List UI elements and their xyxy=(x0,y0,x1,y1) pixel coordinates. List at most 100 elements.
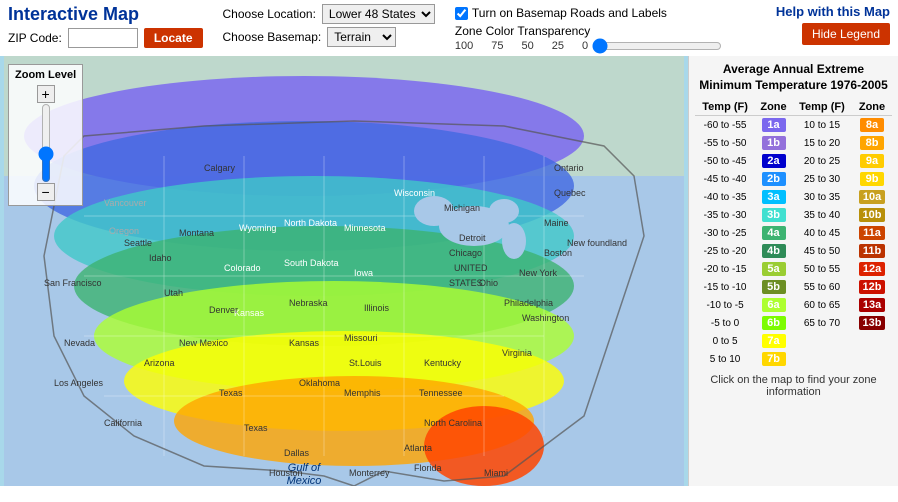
legend-zone1: 4a xyxy=(755,224,792,242)
legend-zone1: 5a xyxy=(755,260,792,278)
legend-row: -5 to 0 6b 65 to 70 13b xyxy=(695,314,892,332)
svg-text:Tennessee: Tennessee xyxy=(419,388,463,398)
svg-text:Oregon: Oregon xyxy=(109,226,139,236)
svg-text:North Dakota: North Dakota xyxy=(284,218,337,228)
svg-text:Montana: Montana xyxy=(179,228,214,238)
legend-temp2: 15 to 20 xyxy=(792,134,852,152)
zip-label: ZIP Code: xyxy=(8,31,62,45)
svg-text:Idaho: Idaho xyxy=(149,253,172,263)
location-select[interactable]: Lower 48 States Alaska Hawaii Puerto Ric… xyxy=(322,4,435,24)
legend-footer: Click on the map to find your zone infor… xyxy=(695,374,892,398)
legend-zone1: 1a xyxy=(755,116,792,135)
svg-text:Nevada: Nevada xyxy=(64,338,95,348)
legend-temp1: -45 to -40 xyxy=(695,170,755,188)
legend-row: -55 to -50 1b 15 to 20 8b xyxy=(695,134,892,152)
svg-text:St.Louis: St.Louis xyxy=(349,358,382,368)
legend-zone2: 10a xyxy=(852,188,892,206)
svg-text:Florida: Florida xyxy=(414,463,442,473)
basemap-select[interactable]: Terrain Satellite Street Topo xyxy=(327,27,396,47)
legend-zone1: 7b xyxy=(755,350,792,368)
hide-legend-button[interactable]: Hide Legend xyxy=(802,23,890,45)
svg-text:Denver: Denver xyxy=(209,305,238,315)
legend-row: -30 to -25 4a 40 to 45 11a xyxy=(695,224,892,242)
basemap-label: Choose Basemap: xyxy=(223,30,322,44)
legend-temp1: -30 to -25 xyxy=(695,224,755,242)
legend-temp2: 50 to 55 xyxy=(792,260,852,278)
legend-temp2: 20 to 25 xyxy=(792,152,852,170)
legend-zone2: 13a xyxy=(852,296,892,314)
svg-text:Ohio: Ohio xyxy=(479,278,498,288)
svg-text:Calgary: Calgary xyxy=(204,163,236,173)
svg-text:UNITED: UNITED xyxy=(454,263,488,273)
legend-row: -20 to -15 5a 50 to 55 12a xyxy=(695,260,892,278)
legend-zone2: 12a xyxy=(852,260,892,278)
legend-row: -60 to -55 1a 10 to 15 8a xyxy=(695,116,892,135)
legend-row: -40 to -35 3a 30 to 35 10a xyxy=(695,188,892,206)
svg-text:South Dakota: South Dakota xyxy=(284,258,339,268)
legend-temp1: -40 to -35 xyxy=(695,188,755,206)
svg-text:San Francisco: San Francisco xyxy=(44,278,102,288)
transparency-label: Zone Color Transparency xyxy=(455,24,722,38)
svg-text:Texas: Texas xyxy=(244,423,268,433)
legend-zone2: 9a xyxy=(852,152,892,170)
legend-row: 5 to 10 7b xyxy=(695,350,892,368)
legend-zone1: 3b xyxy=(755,206,792,224)
svg-text:Nebraska: Nebraska xyxy=(289,298,328,308)
legend-temp2: 55 to 60 xyxy=(792,278,852,296)
svg-text:Michigan: Michigan xyxy=(444,203,480,213)
svg-text:Atlanta: Atlanta xyxy=(404,443,432,453)
svg-text:Chicago: Chicago xyxy=(449,248,482,258)
legend-temp1: -5 to 0 xyxy=(695,314,755,332)
svg-text:STATES: STATES xyxy=(449,278,483,288)
legend-col1-header: Temp (F) xyxy=(695,99,755,116)
zip-input[interactable] xyxy=(68,28,138,48)
svg-text:Missouri: Missouri xyxy=(344,333,378,343)
legend-temp1: -10 to -5 xyxy=(695,296,755,314)
legend-row: -25 to -20 4b 45 to 50 11b xyxy=(695,242,892,260)
svg-text:Monterrey: Monterrey xyxy=(349,468,390,478)
help-link[interactable]: Help with this Map xyxy=(776,4,890,19)
legend-temp2: 45 to 50 xyxy=(792,242,852,260)
svg-text:Colorado: Colorado xyxy=(224,263,261,273)
svg-text:Ontario: Ontario xyxy=(554,163,584,173)
legend-temp1: -60 to -55 xyxy=(695,116,755,135)
svg-text:Miami: Miami xyxy=(484,468,508,478)
svg-text:Los Angeles: Los Angeles xyxy=(54,378,104,388)
svg-text:Dallas: Dallas xyxy=(284,448,310,458)
legend-zone2: 8a xyxy=(852,116,892,135)
zoom-in-button[interactable]: + xyxy=(37,85,55,103)
legend-temp1: 5 to 10 xyxy=(695,350,755,368)
svg-text:New York: New York xyxy=(519,268,558,278)
locate-button[interactable]: Locate xyxy=(144,28,203,48)
legend-temp1: -35 to -30 xyxy=(695,206,755,224)
legend-zone1: 6b xyxy=(755,314,792,332)
legend-temp2: 35 to 40 xyxy=(792,206,852,224)
legend-temp2: 60 to 65 xyxy=(792,296,852,314)
roads-checkbox[interactable] xyxy=(455,7,468,20)
legend-zone1: 2a xyxy=(755,152,792,170)
legend-zone2 xyxy=(852,350,892,368)
legend-col3-header: Temp (F) xyxy=(792,99,852,116)
zoom-out-button[interactable]: − xyxy=(37,183,55,201)
legend-temp2 xyxy=(792,332,852,350)
svg-text:Kansas: Kansas xyxy=(289,338,320,348)
legend-row: -35 to -30 3b 35 to 40 10b xyxy=(695,206,892,224)
legend-zone2: 11a xyxy=(852,224,892,242)
map-display[interactable]: Gulf of Mexico Seattle San Francisco Los… xyxy=(0,56,688,486)
svg-text:New foundland: New foundland xyxy=(567,238,627,248)
svg-text:Wisconsin: Wisconsin xyxy=(394,188,435,198)
svg-text:Illinois: Illinois xyxy=(364,303,390,313)
location-label: Choose Location: xyxy=(223,7,316,21)
legend-temp2: 30 to 35 xyxy=(792,188,852,206)
legend-zone1: 1b xyxy=(755,134,792,152)
legend-zone2: 11b xyxy=(852,242,892,260)
svg-text:Texas: Texas xyxy=(219,388,243,398)
transparency-slider[interactable] xyxy=(592,38,722,54)
svg-text:Utah: Utah xyxy=(164,288,183,298)
svg-text:Houston: Houston xyxy=(269,468,303,478)
legend-temp1: -20 to -15 xyxy=(695,260,755,278)
zoom-slider[interactable] xyxy=(38,103,54,183)
svg-text:Oklahoma: Oklahoma xyxy=(299,378,340,388)
legend-zone2: 10b xyxy=(852,206,892,224)
legend-title: Average Annual Extreme Minimum Temperatu… xyxy=(695,62,892,93)
